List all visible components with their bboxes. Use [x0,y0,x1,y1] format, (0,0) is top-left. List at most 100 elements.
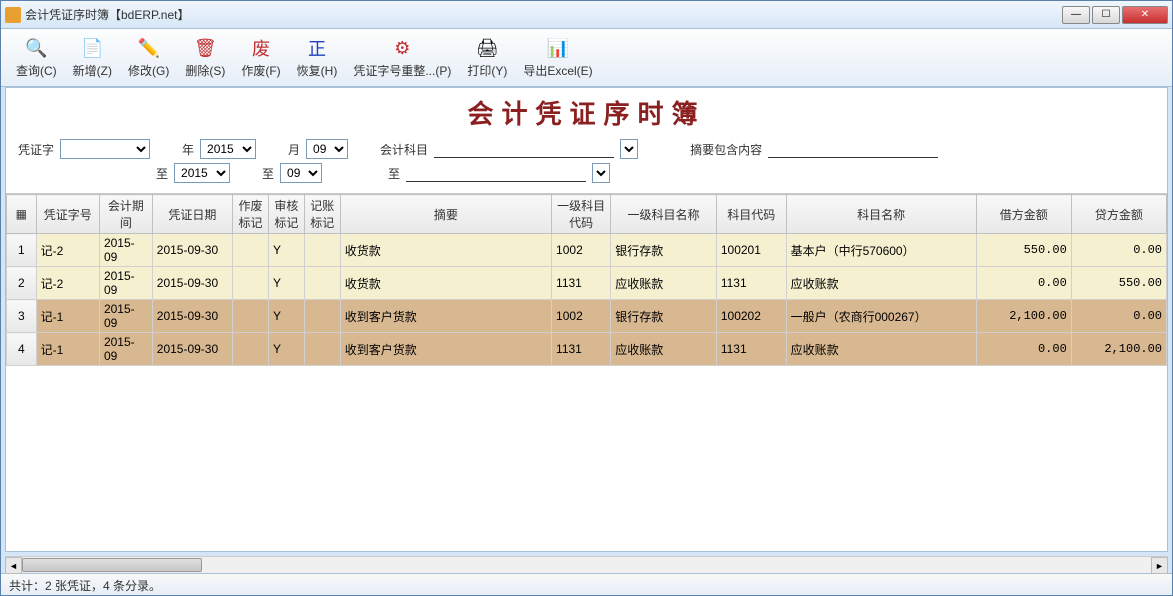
query-button-icon: 🔍 [24,36,48,60]
cell: 记-1 [36,333,99,366]
table-row[interactable]: 1记-22015-092015-09-30Y收货款1002银行存款100201基… [7,234,1167,267]
query-button-label: 查询(C) [16,62,57,79]
month-from-combo[interactable]: 09 [306,139,348,159]
column-header[interactable]: 科目名称 [786,195,976,234]
scroll-thumb[interactable] [22,558,202,572]
export-excel-button[interactable]: 📊 导出Excel(E) [516,33,599,82]
cell: 收到客户货款 [340,300,551,333]
voucher-grid: ▦凭证字号会计期间凭证日期作废标记审核标记记账标记摘要一级科目代码一级科目名称科… [6,194,1167,366]
cell: 0.00 [976,267,1071,300]
column-header[interactable]: 作废标记 [233,195,269,234]
column-header[interactable]: 审核标记 [268,195,304,234]
subject-to-label: 至 [388,165,400,182]
filter-panel: 凭证字 年 2015 月 09 会计科目 摘要包含内容 至 2015 [6,137,1167,193]
print-button-label: 打印(Y) [467,62,507,79]
print-button[interactable]: 🖨 打印(Y) [460,33,514,82]
cell [233,267,269,300]
void-button-label: 作废(F) [241,62,280,79]
print-button-icon: 🖨 [475,36,499,60]
scroll-left-arrow[interactable]: ◄ [5,557,22,574]
void-button-icon: 废 [249,36,273,60]
cell: 1131 [552,267,611,300]
row-number: 2 [7,267,37,300]
delete-button[interactable]: 🗑删除(S) [178,33,232,82]
subject-to-input[interactable] [406,164,586,182]
cell: 1131 [716,267,786,300]
column-header[interactable]: 贷方金额 [1071,195,1166,234]
column-header[interactable]: ▦ [7,195,37,234]
new-button-icon: 📄 [80,36,104,60]
voucher-word-combo[interactable] [60,139,150,159]
cell: 一般户（农商行000267） [786,300,976,333]
subject-label: 会计科目 [380,141,428,158]
column-header[interactable]: 科目代码 [716,195,786,234]
year-from-combo[interactable]: 2015 [200,139,256,159]
app-icon [5,7,21,23]
page-title: 会计凭证序时簿 [6,88,1167,137]
cell: 应收账款 [786,267,976,300]
scroll-right-arrow[interactable]: ► [1151,557,1168,574]
cell [304,300,340,333]
cell: 收货款 [340,234,551,267]
cell: Y [268,300,304,333]
table-row[interactable]: 3记-12015-092015-09-30Y收到客户货款1002银行存款1002… [7,300,1167,333]
void-button[interactable]: 废作废(F) [234,33,287,82]
table-row[interactable]: 4记-12015-092015-09-30Y收到客户货款1131应收账款1131… [7,333,1167,366]
query-button[interactable]: 🔍 查询(C) [9,33,64,82]
cell: Y [268,234,304,267]
new-button-label: 新增(Z) [73,62,112,79]
cell [233,300,269,333]
year-to-combo[interactable]: 2015 [174,163,230,183]
horizontal-scrollbar[interactable]: ◄ ► [5,556,1168,573]
column-header[interactable]: 凭证日期 [152,195,232,234]
export-excel-button-icon: 📊 [546,36,570,60]
cell: 2,100.00 [1071,333,1166,366]
cell: 550.00 [1071,267,1166,300]
column-header[interactable]: 借方金额 [976,195,1071,234]
cell: 100201 [716,234,786,267]
app-window: 会计凭证序时簿【bdERP.net】 — ☐ ✕ 🔍 查询(C) 📄 新增(Z) ✏️ 修… [0,0,1173,596]
delete-button-label: 删除(S) [185,62,225,79]
cell [304,267,340,300]
month-label: 月 [288,141,300,158]
close-button[interactable]: ✕ [1122,6,1168,24]
renumber-button[interactable]: ⚙凭证字号重整...(P) [346,33,458,82]
cell [233,234,269,267]
maximize-button[interactable]: ☐ [1092,6,1120,24]
subject-from-input[interactable] [434,140,614,158]
cell: 0.00 [1071,234,1166,267]
cell: 基本户（中行570600） [786,234,976,267]
month-to-label: 至 [262,165,274,182]
cell: 1002 [552,300,611,333]
edit-button-icon: ✏️ [137,36,161,60]
column-header[interactable]: 凭证字号 [36,195,99,234]
subject-to-dropdown[interactable] [592,163,610,183]
column-header[interactable]: 会计期间 [99,195,152,234]
month-to-combo[interactable]: 09 [280,163,322,183]
column-header[interactable]: 摘要 [340,195,551,234]
export-excel-button-label: 导出Excel(E) [523,62,592,79]
statusbar: 共计：2 张凭证，4 条分录。 [1,573,1172,595]
edit-button-label: 修改(G) [128,62,169,79]
column-header[interactable]: 一级科目代码 [552,195,611,234]
cell: 记-2 [36,234,99,267]
cell: 0.00 [1071,300,1166,333]
cell: 应收账款 [611,333,717,366]
edit-button[interactable]: ✏️ 修改(G) [121,33,176,82]
column-header[interactable]: 记账标记 [304,195,340,234]
cell: 2015-09-30 [152,234,232,267]
cell: 2015-09 [99,234,152,267]
subject-from-dropdown[interactable] [620,139,638,159]
grid-area[interactable]: ▦凭证字号会计期间凭证日期作废标记审核标记记账标记摘要一级科目代码一级科目名称科… [6,193,1167,551]
cell: 2015-09 [99,300,152,333]
restore-button[interactable]: 正恢复(H) [290,33,345,82]
content-area: 会计凭证序时簿 凭证字 年 2015 月 09 会计科目 摘要包含内容 [5,87,1168,552]
cell [304,333,340,366]
table-row[interactable]: 2记-22015-092015-09-30Y收货款1131应收账款1131应收账… [7,267,1167,300]
column-header[interactable]: 一级科目名称 [611,195,717,234]
minimize-button[interactable]: — [1062,6,1090,24]
summary-input[interactable] [768,140,938,158]
row-number: 1 [7,234,37,267]
new-button[interactable]: 📄 新增(Z) [66,33,119,82]
window-title: 会计凭证序时簿【bdERP.net】 [25,6,1062,23]
